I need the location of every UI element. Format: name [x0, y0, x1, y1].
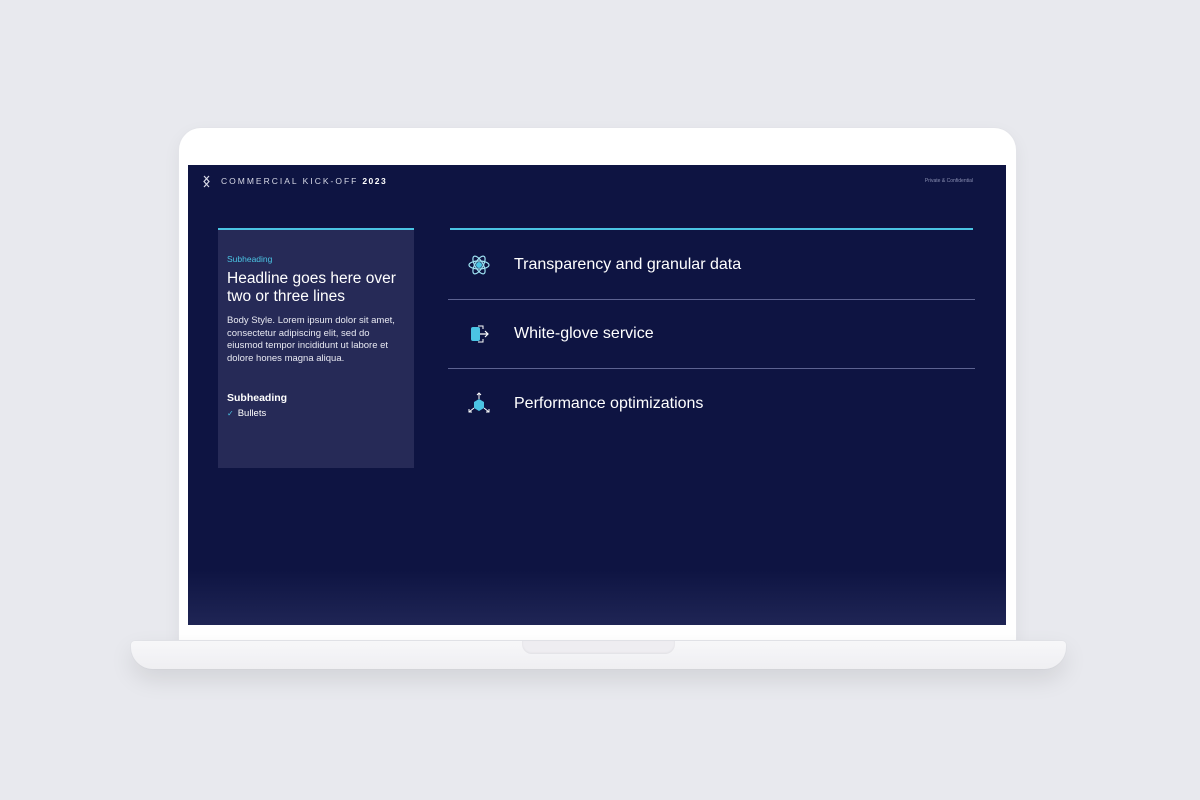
- atom-icon: [468, 255, 490, 274]
- feature-row-performance: Performance optimizations: [448, 369, 975, 438]
- check-icon: ✓: [227, 409, 234, 418]
- laptop-mockup: COMMERCIAL KICK-OFF 2023 Private & Confi…: [0, 0, 1200, 800]
- slide-header: COMMERCIAL KICK-OFF 2023 Private & Confi…: [201, 174, 973, 188]
- feature-row-service: White-glove service: [448, 299, 975, 369]
- feature-row-transparency: Transparency and granular data: [448, 230, 975, 300]
- info-card: Subheading Headline goes here over two o…: [218, 228, 414, 468]
- feature-label: White-glove service: [514, 324, 654, 342]
- card-bullet: ✓ Bullets: [227, 408, 266, 419]
- feature-label: Transparency and granular data: [514, 255, 742, 273]
- confidential-label: Private & Confidential: [924, 178, 973, 184]
- card-bullet-label: Bullets: [237, 408, 267, 419]
- brand-logo-icon: [203, 175, 210, 187]
- feature-label: Performance optimizations: [514, 394, 704, 412]
- card-headline: Headline goes here over two or three lin…: [227, 270, 396, 305]
- deck-year: 2023: [362, 176, 388, 186]
- transfer-icon: [471, 325, 489, 342]
- laptop-notch: [522, 641, 675, 654]
- slide-screen: COMMERCIAL KICK-OFF 2023 Private & Confi…: [188, 165, 1006, 625]
- card-subheading-2: Subheading: [227, 392, 288, 404]
- cube-arrows-icon: [468, 391, 490, 412]
- deck-title: COMMERCIAL KICK-OFF: [221, 176, 359, 186]
- card-body: Body Style. Lorem ipsum dolor sit amet, …: [227, 315, 407, 365]
- card-subheading: Subheading: [227, 254, 273, 264]
- card-body-text: Body Style. Lorem ipsum dolor sit amet, …: [227, 315, 395, 364]
